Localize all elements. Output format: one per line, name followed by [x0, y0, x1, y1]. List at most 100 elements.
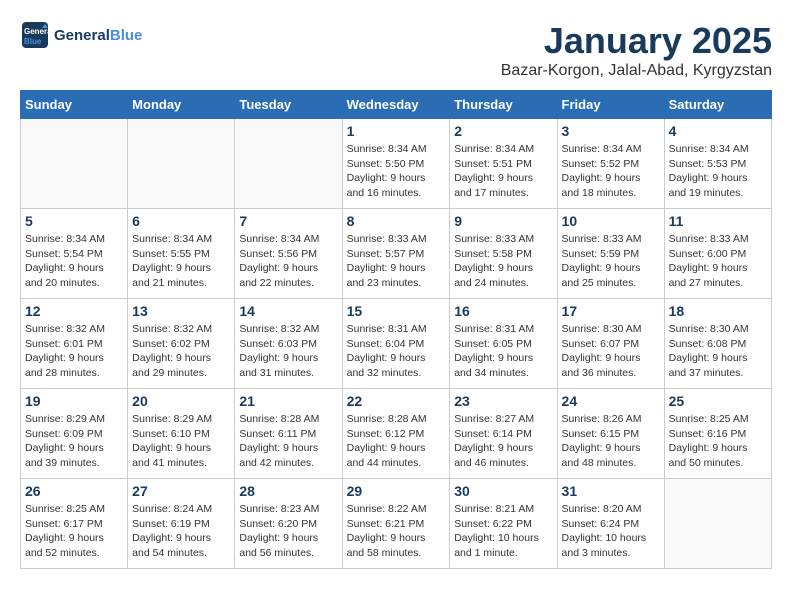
day-info: Sunrise: 8:29 AM Sunset: 6:10 PM Dayligh… [132, 412, 230, 471]
week-row-2: 5Sunrise: 8:34 AM Sunset: 5:54 PM Daylig… [21, 209, 772, 299]
day-number: 4 [669, 123, 767, 139]
day-info: Sunrise: 8:33 AM Sunset: 5:57 PM Dayligh… [347, 232, 446, 291]
calendar-cell: 31Sunrise: 8:20 AM Sunset: 6:24 PM Dayli… [557, 479, 664, 569]
day-info: Sunrise: 8:34 AM Sunset: 5:56 PM Dayligh… [239, 232, 337, 291]
calendar-cell: 13 Sunrise: 8:32 AM Sunset: 6:02 PM Dayli… [128, 299, 235, 389]
header-day-thursday: Thursday [450, 91, 557, 119]
day-number: 11 [669, 213, 767, 229]
calendar-cell: 3 Sunrise: 8:34 AM Sunset: 5:52 PM Daylig… [557, 119, 664, 209]
day-info: Sunrise: 8:25 AM Sunset: 6:17 PM Dayligh… [25, 502, 123, 561]
calendar-cell: 6 Sunrise: 8:34 AM Sunset: 5:55 PM Daylig… [128, 209, 235, 299]
day-info: Sunrise: 8:28 AM Sunset: 6:12 PM Dayligh… [347, 412, 446, 471]
calendar-cell: 9 Sunrise: 8:33 AM Sunset: 5:58 PM Daylig… [450, 209, 557, 299]
day-number: 1 [347, 123, 446, 139]
page-header: General Blue GeneralBlue January 2025 Ba… [20, 20, 772, 80]
day-number: 18 [669, 303, 767, 319]
calendar-cell: 11 Sunrise: 8:33 AM Sunset: 6:00 PM Dayli… [664, 209, 771, 299]
day-info: Sunrise: 8:26 AM Sunset: 6:15 PM Dayligh… [562, 412, 660, 471]
day-number: 26 [25, 483, 123, 499]
day-info: Sunrise: 8:33 AM Sunset: 6:00 PM Dayligh… [669, 232, 767, 291]
day-number: 3 [562, 123, 660, 139]
day-info: Sunrise: 8:34 AM Sunset: 5:52 PM Dayligh… [562, 142, 660, 201]
day-number: 30 [454, 483, 552, 499]
calendar-cell: 27 Sunrise: 8:24 AM Sunset: 6:19 PM Dayli… [128, 479, 235, 569]
week-row-3: 12 Sunrise: 8:32 AM Sunset: 6:01 PM Dayli… [21, 299, 772, 389]
day-number: 15 [347, 303, 446, 319]
day-number: 10 [562, 213, 660, 229]
day-info: Sunrise: 8:34 AM Sunset: 5:55 PM Dayligh… [132, 232, 230, 291]
day-info: Sunrise: 8:33 AM Sunset: 5:58 PM Dayligh… [454, 232, 552, 291]
day-number: 16 [454, 303, 552, 319]
header-day-friday: Friday [557, 91, 664, 119]
day-info: Sunrise: 8:32 AM Sunset: 6:02 PM Dayligh… [132, 322, 230, 381]
calendar-cell: 23 Sunrise: 8:27 AM Sunset: 6:14 PM Dayli… [450, 389, 557, 479]
calendar-cell: 29 Sunrise: 8:22 AM Sunset: 6:21 PM Dayli… [342, 479, 450, 569]
calendar-cell: 24 Sunrise: 8:26 AM Sunset: 6:15 PM Dayli… [557, 389, 664, 479]
day-number: 20 [132, 393, 230, 409]
day-number: 29 [347, 483, 446, 499]
day-number: 12 [25, 303, 123, 319]
calendar-cell: 8 Sunrise: 8:33 AM Sunset: 5:57 PM Daylig… [342, 209, 450, 299]
calendar-cell: 14 Sunrise: 8:32 AM Sunset: 6:03 PM Dayli… [235, 299, 342, 389]
day-info: Sunrise: 8:30 AM Sunset: 6:07 PM Dayligh… [562, 322, 660, 381]
title-block: January 2025 Bazar-Korgon, Jalal-Abad, K… [501, 20, 772, 80]
day-number: 28 [239, 483, 337, 499]
day-info: Sunrise: 8:28 AM Sunset: 6:11 PM Dayligh… [239, 412, 337, 471]
calendar-cell: 16 Sunrise: 8:31 AM Sunset: 6:05 PM Dayli… [450, 299, 557, 389]
day-info: Sunrise: 8:31 AM Sunset: 6:04 PM Dayligh… [347, 322, 446, 381]
day-info: Sunrise: 8:33 AM Sunset: 5:59 PM Dayligh… [562, 232, 660, 291]
day-info: Sunrise: 8:32 AM Sunset: 6:03 PM Dayligh… [239, 322, 337, 381]
day-number: 14 [239, 303, 337, 319]
day-number: 22 [347, 393, 446, 409]
calendar-header-row: SundayMondayTuesdayWednesdayThursdayFrid… [21, 91, 772, 119]
calendar-cell: 1 Sunrise: 8:34 AM Sunset: 5:50 PM Daylig… [342, 119, 450, 209]
day-info: Sunrise: 8:23 AM Sunset: 6:20 PM Dayligh… [239, 502, 337, 561]
calendar-cell: 25Sunrise: 8:25 AM Sunset: 6:16 PM Dayli… [664, 389, 771, 479]
day-number: 21 [239, 393, 337, 409]
day-number: 8 [347, 213, 446, 229]
calendar-cell: 17 Sunrise: 8:30 AM Sunset: 6:07 PM Dayli… [557, 299, 664, 389]
day-number: 17 [562, 303, 660, 319]
day-number: 13 [132, 303, 230, 319]
week-row-4: 19Sunrise: 8:29 AM Sunset: 6:09 PM Dayli… [21, 389, 772, 479]
day-info: Sunrise: 8:30 AM Sunset: 6:08 PM Dayligh… [669, 322, 767, 381]
logo: General Blue GeneralBlue [20, 20, 142, 50]
calendar-cell: 5Sunrise: 8:34 AM Sunset: 5:54 PM Daylig… [21, 209, 128, 299]
calendar-table: SundayMondayTuesdayWednesdayThursdayFrid… [20, 90, 772, 569]
calendar-cell [235, 119, 342, 209]
day-info: Sunrise: 8:34 AM Sunset: 5:53 PM Dayligh… [669, 142, 767, 201]
calendar-cell: 30 Sunrise: 8:21 AM Sunset: 6:22 PM Dayli… [450, 479, 557, 569]
calendar-cell: 19Sunrise: 8:29 AM Sunset: 6:09 PM Dayli… [21, 389, 128, 479]
calendar-cell [21, 119, 128, 209]
day-number: 24 [562, 393, 660, 409]
day-number: 6 [132, 213, 230, 229]
day-info: Sunrise: 8:31 AM Sunset: 6:05 PM Dayligh… [454, 322, 552, 381]
day-info: Sunrise: 8:24 AM Sunset: 6:19 PM Dayligh… [132, 502, 230, 561]
day-number: 19 [25, 393, 123, 409]
calendar-cell [664, 479, 771, 569]
day-number: 23 [454, 393, 552, 409]
day-number: 31 [562, 483, 660, 499]
svg-text:General: General [24, 27, 50, 36]
day-number: 7 [239, 213, 337, 229]
calendar-cell: 12 Sunrise: 8:32 AM Sunset: 6:01 PM Dayli… [21, 299, 128, 389]
day-number: 27 [132, 483, 230, 499]
calendar-cell: 22 Sunrise: 8:28 AM Sunset: 6:12 PM Dayli… [342, 389, 450, 479]
calendar-cell: 2Sunrise: 8:34 AM Sunset: 5:51 PM Daylig… [450, 119, 557, 209]
day-info: Sunrise: 8:25 AM Sunset: 6:16 PM Dayligh… [669, 412, 767, 471]
day-info: Sunrise: 8:22 AM Sunset: 6:21 PM Dayligh… [347, 502, 446, 561]
day-info: Sunrise: 8:32 AM Sunset: 6:01 PM Dayligh… [25, 322, 123, 381]
calendar-cell: 20 Sunrise: 8:29 AM Sunset: 6:10 PM Dayli… [128, 389, 235, 479]
calendar-cell: 28 Sunrise: 8:23 AM Sunset: 6:20 PM Dayli… [235, 479, 342, 569]
month-title: January 2025 [501, 20, 772, 62]
header-day-saturday: Saturday [664, 91, 771, 119]
calendar-cell: 7 Sunrise: 8:34 AM Sunset: 5:56 PM Daylig… [235, 209, 342, 299]
day-info: Sunrise: 8:27 AM Sunset: 6:14 PM Dayligh… [454, 412, 552, 471]
day-info: Sunrise: 8:21 AM Sunset: 6:22 PM Dayligh… [454, 502, 552, 561]
logo-icon: General Blue [20, 20, 50, 50]
location: Bazar-Korgon, Jalal-Abad, Kyrgyzstan [501, 62, 772, 80]
day-info: Sunrise: 8:34 AM Sunset: 5:50 PM Dayligh… [347, 142, 446, 201]
day-number: 9 [454, 213, 552, 229]
calendar-cell: 21 Sunrise: 8:28 AM Sunset: 6:11 PM Dayli… [235, 389, 342, 479]
week-row-5: 26 Sunrise: 8:25 AM Sunset: 6:17 PM Dayli… [21, 479, 772, 569]
